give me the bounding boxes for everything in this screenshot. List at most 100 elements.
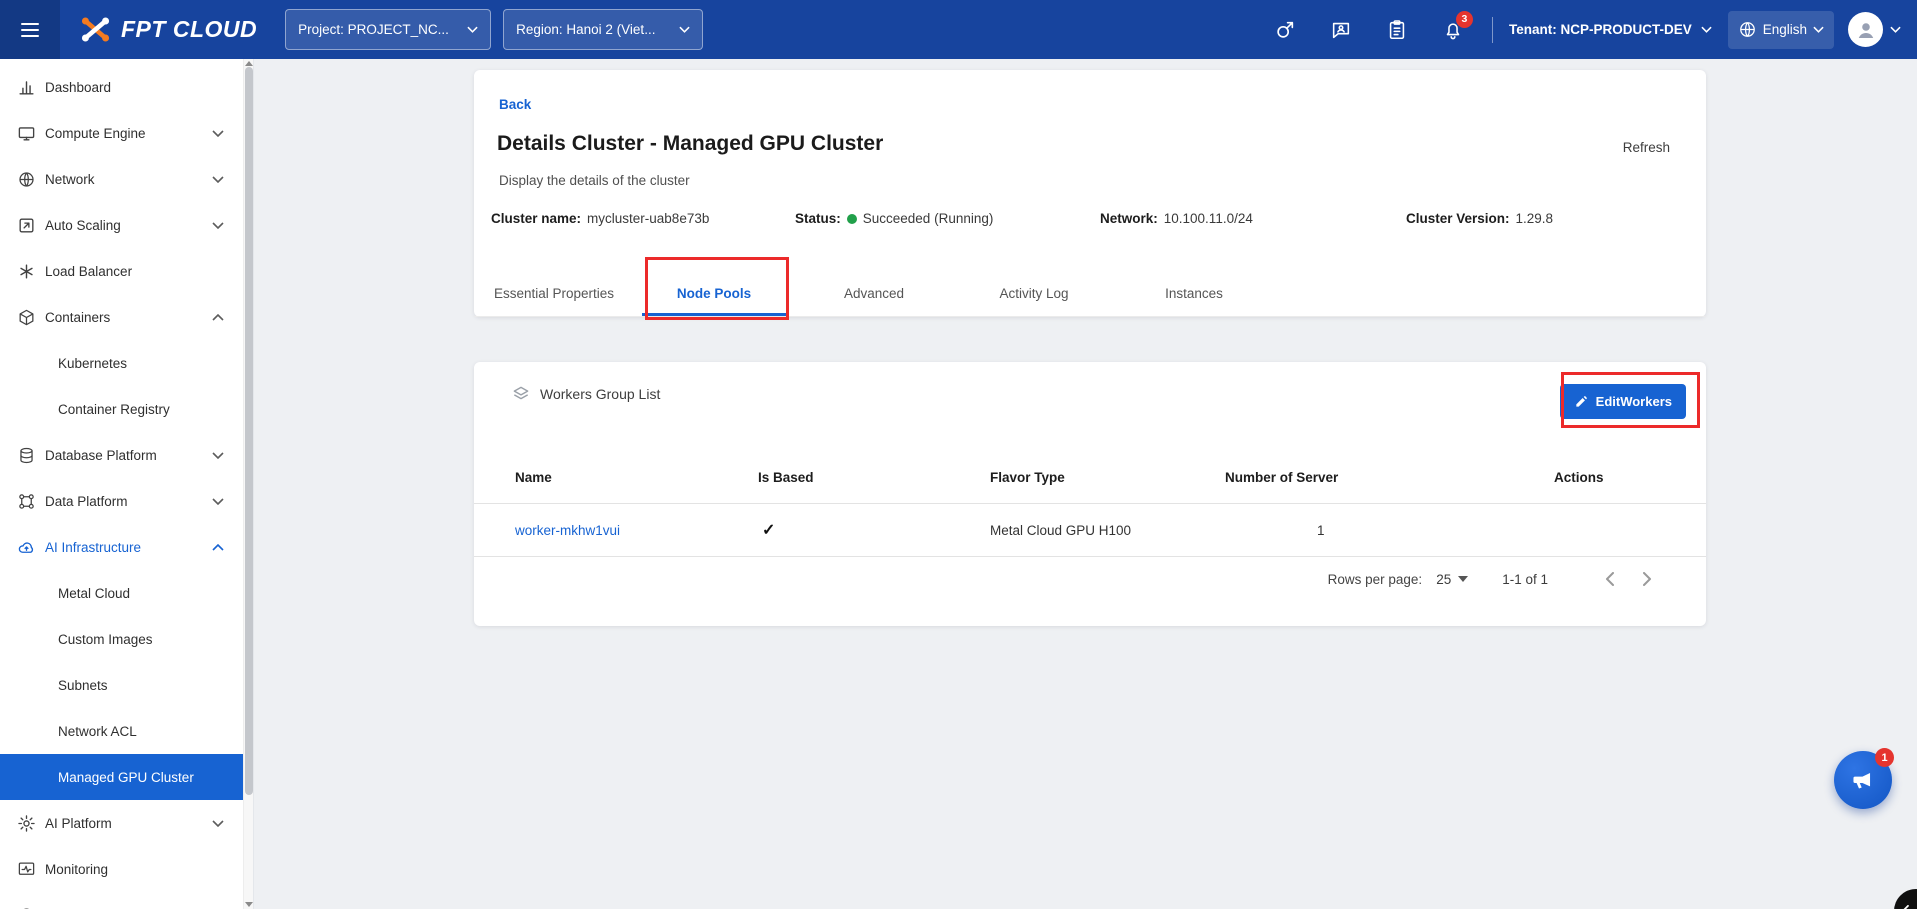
sidebar-item-label: Compute Engine bbox=[45, 126, 146, 141]
region-selector-value: Region: Hanoi 2 (Viet... bbox=[516, 22, 655, 37]
sidebar-item-custom-images[interactable]: Custom Images bbox=[0, 616, 244, 662]
compute-engine-icon bbox=[17, 124, 36, 143]
sidebar-item-label: Network ACL bbox=[58, 724, 137, 739]
sidebar-item-containers[interactable]: Containers bbox=[0, 294, 244, 340]
project-selector-value: Project: PROJECT_NC... bbox=[298, 22, 449, 37]
table-row: worker-mkhw1vui ✓ Metal Cloud GPU H100 1 bbox=[474, 504, 1706, 557]
load-balancer-icon bbox=[17, 262, 36, 281]
cluster-status-meta: Status: Succeeded (Running) bbox=[795, 211, 993, 226]
chevron-up-icon bbox=[212, 544, 224, 551]
topbar-right: 3 Tenant: NCP-PRODUCT-DEV English bbox=[1252, 7, 1917, 53]
tab-node-pools[interactable]: Node Pools bbox=[634, 270, 794, 316]
chevron-down-icon bbox=[1701, 26, 1712, 33]
chevron-down-icon bbox=[1890, 26, 1901, 33]
sidebar-item-managed-gpu-cluster[interactable]: Managed GPU Cluster bbox=[0, 754, 244, 800]
sidebar-item-partial[interactable] bbox=[0, 892, 244, 909]
tab-activity-log[interactable]: Activity Log bbox=[954, 270, 1114, 316]
tenant-selector[interactable]: Tenant: NCP-PRODUCT-DEV bbox=[1509, 22, 1712, 37]
column-header-flavor-type: Flavor Type bbox=[990, 470, 1225, 485]
sidebar-item-load-balancer[interactable]: Load Balancer bbox=[0, 248, 244, 294]
support-chat-icon[interactable] bbox=[1318, 7, 1364, 53]
dashboard-icon bbox=[17, 78, 36, 97]
table-header-row: Name Is Based Flavor Type Number of Serv… bbox=[474, 452, 1706, 504]
language-selector[interactable]: English bbox=[1728, 11, 1834, 49]
number-of-server-cell: 1 bbox=[1225, 523, 1554, 538]
circle-icon bbox=[17, 906, 36, 909]
cloud-icon bbox=[17, 538, 36, 557]
sidebar-item-label: Managed GPU Cluster bbox=[58, 770, 194, 785]
sidebar-item-container-registry[interactable]: Container Registry bbox=[0, 386, 244, 432]
sidebar-item-label: Dashboard bbox=[45, 80, 111, 95]
sidebar-item-label: AI Infrastructure bbox=[45, 540, 141, 555]
scroll-down-arrow-icon[interactable] bbox=[245, 902, 253, 907]
sidebar-item-network[interactable]: Network bbox=[0, 156, 244, 202]
sidebar: Dashboard Compute Engine Network Auto Sc… bbox=[0, 59, 254, 909]
scrollbar-thumb[interactable] bbox=[245, 67, 253, 795]
database-icon bbox=[17, 446, 36, 465]
sidebar-scrollbar[interactable] bbox=[243, 59, 253, 909]
sidebar-item-auto-scaling[interactable]: Auto Scaling bbox=[0, 202, 244, 248]
tab-instances[interactable]: Instances bbox=[1114, 270, 1274, 316]
sidebar-item-subnets[interactable]: Subnets bbox=[0, 662, 244, 708]
worker-name-link[interactable]: worker-mkhw1vui bbox=[515, 523, 758, 538]
column-header-number-of-server: Number of Server bbox=[1225, 470, 1554, 485]
back-link[interactable]: Back bbox=[499, 97, 531, 112]
sidebar-item-compute-engine[interactable]: Compute Engine bbox=[0, 110, 244, 156]
workers-group-card: Workers Group List EditWorkers Name Is B… bbox=[474, 362, 1706, 626]
dropdown-caret-icon bbox=[1458, 576, 1468, 582]
user-menu[interactable] bbox=[1848, 12, 1901, 47]
cluster-name-value: mycluster-uab8e73b bbox=[587, 211, 709, 226]
check-icon: ✓ bbox=[758, 520, 990, 540]
user-avatar-icon bbox=[1848, 12, 1883, 47]
project-selector[interactable]: Project: PROJECT_NC... bbox=[285, 9, 491, 50]
sidebar-item-database-platform[interactable]: Database Platform bbox=[0, 432, 244, 478]
menu-icon[interactable] bbox=[0, 0, 60, 59]
fpt-logo-icon bbox=[80, 14, 111, 45]
pagination: Rows per page: 25 1-1 of 1 bbox=[474, 558, 1706, 600]
sidebar-item-ai-infrastructure[interactable]: AI Infrastructure bbox=[0, 524, 244, 570]
sidebar-item-label: AI Platform bbox=[45, 816, 112, 831]
sidebar-item-network-acl[interactable]: Network ACL bbox=[0, 708, 244, 754]
chevron-down-icon bbox=[212, 820, 224, 827]
sidebar-item-metal-cloud[interactable]: Metal Cloud bbox=[0, 570, 244, 616]
next-page-icon[interactable] bbox=[1632, 564, 1662, 594]
cluster-network-meta: Network: 10.100.11.0/24 bbox=[1100, 211, 1253, 226]
megaphone-icon bbox=[1850, 767, 1876, 793]
sidebar-item-data-platform[interactable]: Data Platform bbox=[0, 478, 244, 524]
sidebar-item-dashboard[interactable]: Dashboard bbox=[0, 64, 244, 110]
sidebar-item-label: Network bbox=[45, 172, 95, 187]
sidebar-item-label: Containers bbox=[45, 310, 110, 325]
workers-table: Name Is Based Flavor Type Number of Serv… bbox=[474, 452, 1706, 557]
gear-icon bbox=[17, 814, 36, 833]
cluster-status-value: Succeeded (Running) bbox=[863, 211, 994, 226]
edit-workers-button[interactable]: EditWorkers bbox=[1560, 384, 1686, 419]
news-clipboard-icon[interactable] bbox=[1374, 7, 1420, 53]
language-selector-value: English bbox=[1763, 22, 1807, 37]
scroll-up-arrow-icon[interactable] bbox=[245, 61, 253, 66]
tab-essential-properties[interactable]: Essential Properties bbox=[474, 270, 634, 316]
refresh-button[interactable]: Refresh bbox=[1623, 140, 1670, 155]
notification-bell-icon[interactable]: 3 bbox=[1430, 7, 1476, 53]
tenant-selector-value: Tenant: NCP-PRODUCT-DEV bbox=[1509, 22, 1692, 37]
globe-icon bbox=[1738, 20, 1757, 39]
sidebar-item-kubernetes[interactable]: Kubernetes bbox=[0, 340, 244, 386]
sidebar-item-label: Subnets bbox=[58, 678, 108, 693]
sidebar-item-label: Custom Images bbox=[58, 632, 153, 647]
topbar-divider bbox=[1492, 17, 1493, 43]
containers-box-icon bbox=[17, 308, 36, 327]
announcements-button[interactable]: 1 bbox=[1834, 751, 1892, 809]
male-symbol-icon[interactable] bbox=[1262, 7, 1308, 53]
tab-advanced[interactable]: Advanced bbox=[794, 270, 954, 316]
network-globe-icon bbox=[17, 170, 36, 189]
brand-logo[interactable]: FPT CLOUD bbox=[80, 14, 257, 45]
sidebar-item-monitoring[interactable]: Monitoring bbox=[0, 846, 244, 892]
monitoring-icon bbox=[17, 860, 36, 879]
chat-widget-button[interactable] bbox=[1894, 889, 1917, 909]
workers-title: Workers Group List bbox=[540, 386, 660, 402]
notification-count-badge: 3 bbox=[1456, 11, 1473, 28]
sidebar-item-ai-platform[interactable]: AI Platform bbox=[0, 800, 244, 846]
cluster-status-label: Status: bbox=[795, 211, 841, 226]
rows-per-page-select[interactable]: 25 bbox=[1436, 572, 1468, 587]
previous-page-icon[interactable] bbox=[1594, 564, 1624, 594]
region-selector[interactable]: Region: Hanoi 2 (Viet... bbox=[503, 9, 703, 50]
